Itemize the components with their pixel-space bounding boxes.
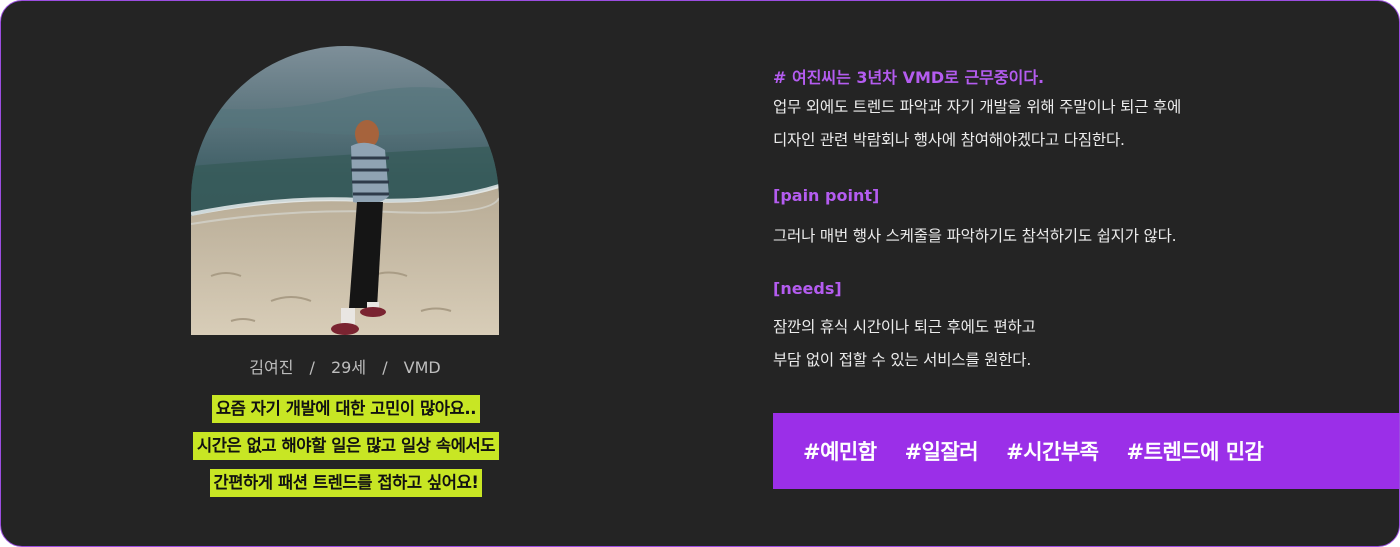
needs-text: 잠깐의 휴식 시간이나 퇴근 후에도 편하고 부담 없이 접할 수 있는 서비스… bbox=[773, 311, 1036, 377]
needs-line: 잠깐의 휴식 시간이나 퇴근 후에도 편하고 bbox=[773, 318, 1036, 336]
meta-separator: / bbox=[309, 358, 315, 377]
needs-line: 부담 없이 접할 수 있는 서비스를 원한다. bbox=[773, 351, 1032, 369]
needs-heading: [needs] bbox=[773, 279, 842, 298]
profile-age: 29세 bbox=[331, 358, 367, 377]
intro-text: 업무 외에도 트렌드 파악과 자기 개발을 위해 주말이나 퇴근 후에 디자인 … bbox=[773, 91, 1181, 157]
intro-line: 업무 외에도 트렌드 파악과 자기 개발을 위해 주말이나 퇴근 후에 bbox=[773, 98, 1182, 116]
pain-point-line: 그러나 매번 행사 스케줄을 파악하기도 참석하기도 쉽지가 않다. bbox=[773, 227, 1177, 245]
quote-line: 시간은 없고 해야할 일은 많고 일상 속에서도 bbox=[192, 432, 500, 460]
tag: #시간부족 bbox=[1006, 440, 1099, 464]
intro-heading: # 여진씨는 3년차 VMD로 근무중이다. bbox=[773, 68, 1045, 87]
pain-point-heading: [pain point] bbox=[773, 186, 880, 205]
tag: #트렌드에 민감 bbox=[1126, 440, 1264, 464]
profile-quote: 요즘 자기 개발에 대한 고민이 많아요.. 시간은 없고 해야할 일은 많고 … bbox=[101, 395, 591, 506]
profile-meta: 김여진 / 29세 / VMD bbox=[191, 354, 499, 378]
beach-photo-illustration bbox=[191, 46, 499, 335]
meta-separator: / bbox=[382, 358, 388, 377]
quote-line: 간편하게 패션 트렌드를 접하고 싶어요! bbox=[209, 469, 483, 497]
tag: #예민함 bbox=[803, 440, 877, 464]
quote-line: 요즘 자기 개발에 대한 고민이 많아요.. bbox=[211, 395, 481, 423]
intro-line: 디자인 관련 박람회나 행사에 참여해야겠다고 다짐한다. bbox=[773, 131, 1125, 149]
pain-point-text: 그러나 매번 행사 스케줄을 파악하기도 참석하기도 쉽지가 않다. bbox=[773, 220, 1177, 253]
persona-card: 김여진 / 29세 / VMD 요즘 자기 개발에 대한 고민이 많아요.. 시… bbox=[0, 0, 1400, 547]
profile-name: 김여진 bbox=[249, 358, 294, 377]
profile-photo bbox=[191, 46, 499, 335]
persona-tags: #예민함 #일잘러 #시간부족 #트렌드에 민감 bbox=[773, 413, 1399, 489]
tag: #일잘러 bbox=[904, 440, 979, 464]
profile-role: VMD bbox=[403, 358, 441, 377]
